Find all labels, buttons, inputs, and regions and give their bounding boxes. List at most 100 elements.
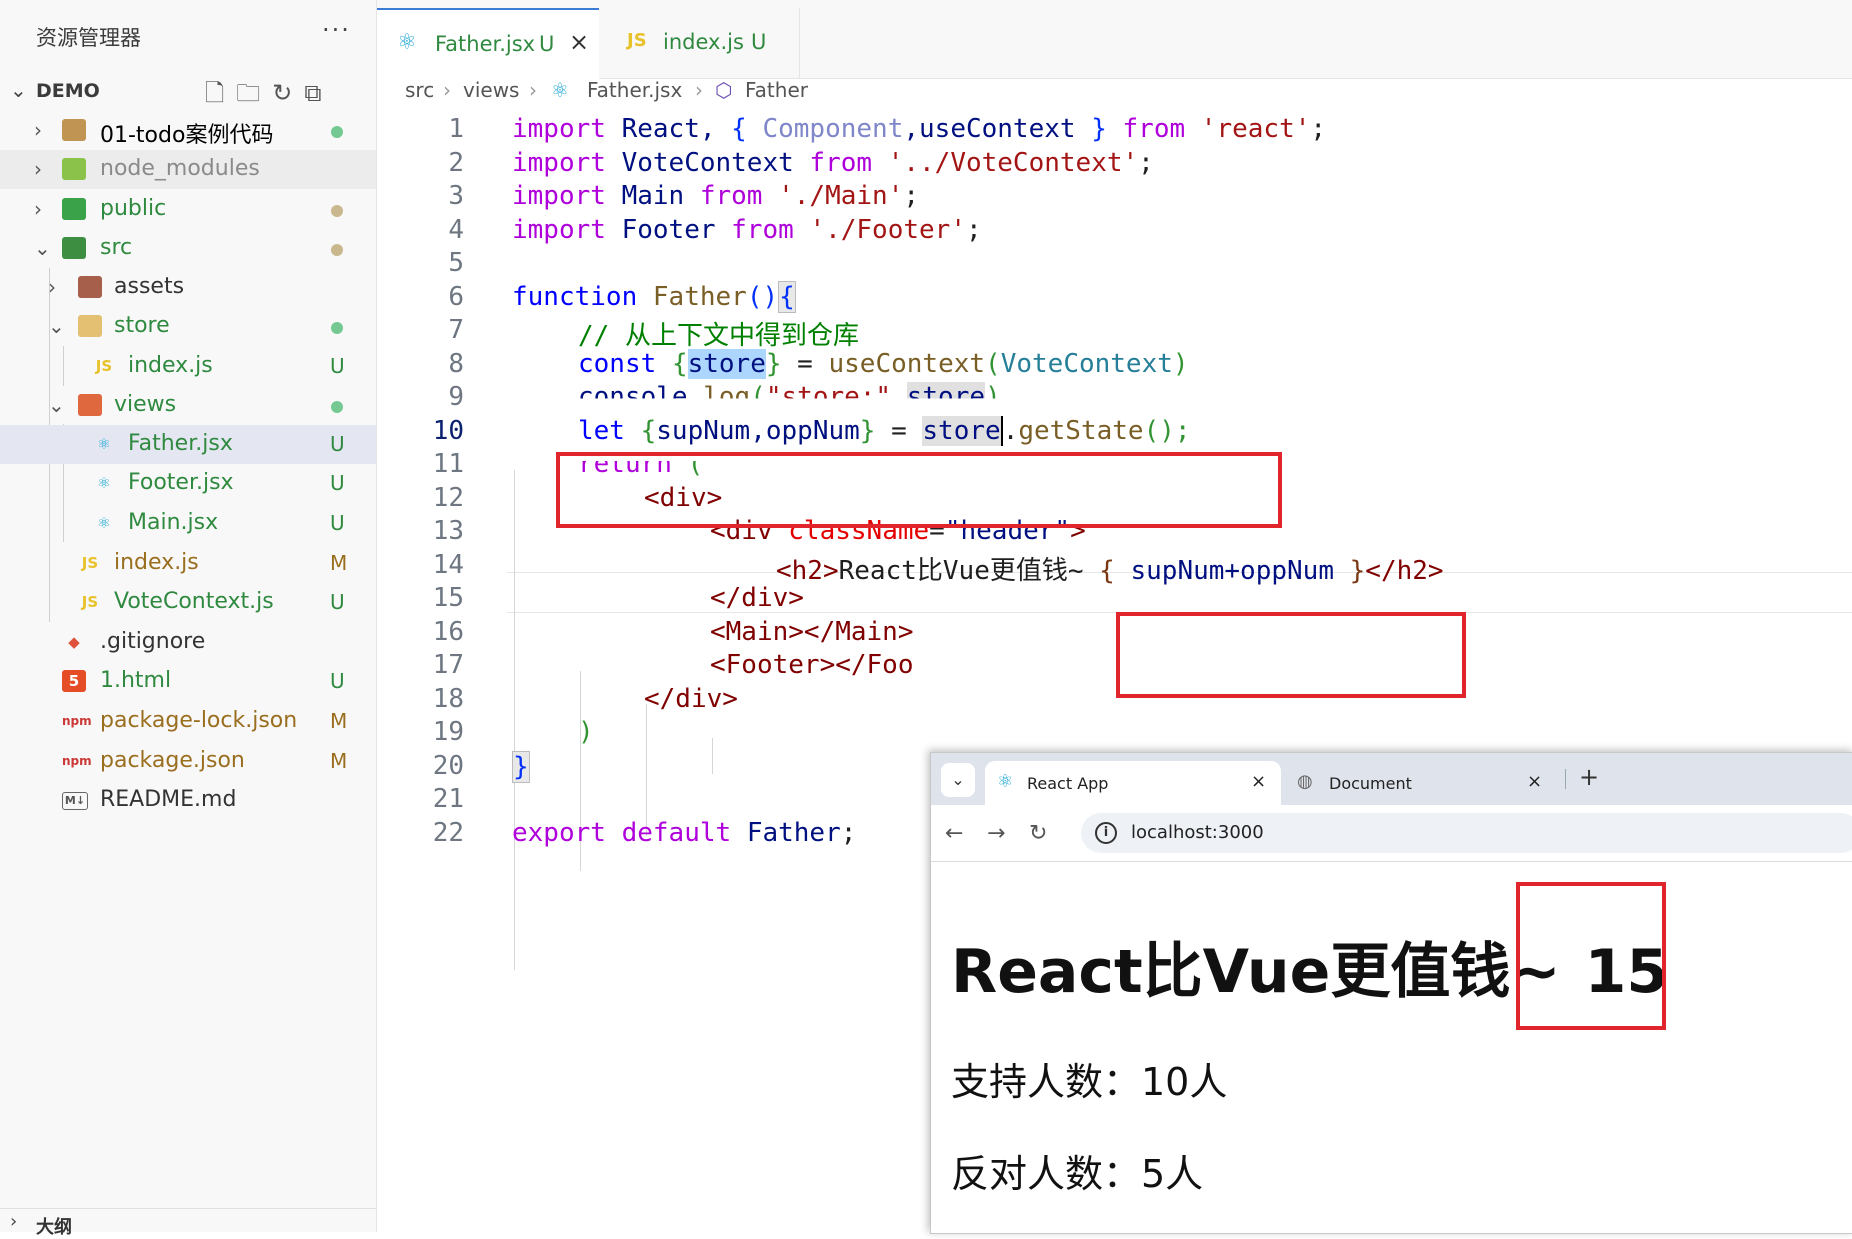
git-status-badge: M	[330, 551, 348, 575]
token: ;	[840, 818, 857, 848]
address-bar[interactable]: i localhost:3000	[1081, 813, 1852, 853]
site-info-icon[interactable]: i	[1095, 822, 1117, 844]
tree-item-readme[interactable]: M↓ README.md	[0, 781, 376, 820]
src-folder-icon	[62, 237, 86, 259]
browser-tab-document[interactable]: ◍ Document ×	[1287, 761, 1557, 805]
code-line: import VoteContext from '../VoteContext'…	[512, 148, 1154, 178]
tree-item-footer-jsx[interactable]: ⚛ Footer.jsx U	[0, 464, 376, 503]
git-status-badge: U	[330, 511, 345, 535]
token: log	[703, 382, 751, 412]
tab-index-js[interactable]: JS index.js U	[601, 8, 800, 78]
token: let	[578, 416, 625, 446]
token: '../VoteContext'	[887, 148, 1139, 178]
outline-section[interactable]: › 大纲	[0, 1208, 376, 1238]
react-icon: ⚛	[397, 30, 417, 55]
code-line: const {store} = useContext(VoteContext)	[578, 349, 1189, 379]
token: (	[985, 349, 1001, 379]
status-dot	[331, 401, 343, 413]
forward-icon[interactable]: →	[987, 821, 1005, 846]
tree-item-father-jsx[interactable]: ⚛ Father.jsx U	[0, 425, 376, 464]
tree-item-views[interactable]: ⌄ views	[0, 386, 376, 425]
chevron-right-icon: ›	[34, 197, 42, 221]
tree-item-package-json[interactable]: npm package.json M	[0, 742, 376, 781]
token: 'react'	[1200, 114, 1311, 144]
token: ,	[891, 382, 907, 412]
new-tab-button[interactable]: +	[1579, 763, 1599, 791]
tree-item-assets[interactable]: › assets	[0, 268, 376, 307]
token: ;	[965, 215, 982, 245]
react-icon: ⚛	[97, 514, 111, 532]
code-line: </div>	[644, 684, 738, 714]
tab-search-icon[interactable]: ⌄	[941, 763, 975, 797]
react-icon: ⚛	[997, 771, 1014, 792]
tree-item-src[interactable]: ⌄ src	[0, 229, 376, 268]
token: import	[512, 114, 606, 144]
token: .	[687, 382, 704, 412]
reload-icon[interactable]: ↻	[1029, 821, 1047, 846]
git-status-badge: U	[330, 432, 345, 456]
close-icon[interactable]: ×	[1251, 771, 1266, 792]
token: ();	[1143, 416, 1191, 446]
breadcrumb-item[interactable]: src	[405, 78, 434, 102]
tree-item-label: Main.jsx	[128, 510, 219, 535]
line-number: 16	[432, 617, 464, 647]
js-file-icon: JS	[627, 30, 647, 51]
tree-item-todo-folder[interactable]: › 01-todo案例代码	[0, 111, 376, 150]
tree-item-package-lock[interactable]: npm package-lock.json M	[0, 702, 376, 741]
indent-guide	[646, 704, 647, 836]
token: const	[578, 349, 657, 379]
tab-father-jsx[interactable]: ⚛ Father.jsx U ×	[377, 8, 599, 80]
chevron-right-icon: ›	[695, 78, 703, 102]
tree-item-main-jsx[interactable]: ⚛ Main.jsx U	[0, 504, 376, 543]
breadcrumb-item[interactable]: Father.jsx	[587, 78, 682, 102]
close-icon[interactable]: ×	[569, 28, 589, 56]
token: }	[1349, 556, 1366, 586]
tree-item-node-modules[interactable]: › node_modules	[0, 150, 376, 189]
status-dot	[331, 322, 343, 334]
editor-tabbar: ⚛ Father.jsx U × JS index.js U	[377, 0, 1852, 80]
new-file-icon[interactable]: 🗋	[205, 79, 236, 107]
token: Father	[746, 818, 841, 848]
new-folder-icon[interactable]: 🗀	[236, 79, 272, 107]
token: Father	[652, 282, 747, 312]
line-number: 14	[432, 550, 464, 580]
line-number: 18	[432, 684, 464, 714]
tab-separator	[1565, 769, 1566, 789]
chevron-down-icon: ⌄	[10, 78, 27, 102]
collapse-all-icon[interactable]: ⧉	[304, 79, 333, 107]
tree-item-store-index[interactable]: JS index.js U	[0, 347, 376, 386]
code-line: <Main></Main>	[710, 617, 914, 647]
token: }	[765, 349, 782, 379]
tree-item-label: index.js	[128, 353, 213, 378]
token: function	[512, 282, 638, 312]
refresh-icon[interactable]: ↻	[272, 79, 304, 107]
tree-item-store[interactable]: ⌄ store	[0, 307, 376, 346]
more-actions-icon[interactable]: ···	[322, 16, 351, 44]
tree-item-1html[interactable]: 5 1.html U	[0, 662, 376, 701]
tree-item-public[interactable]: › public	[0, 190, 376, 229]
tree-item-src-index[interactable]: JS index.js M	[0, 544, 376, 583]
tree-item-label: views	[114, 392, 177, 417]
project-header[interactable]: ⌄ DEMO 🗋🗀↻⧉	[0, 74, 376, 108]
token: </h2>	[1365, 556, 1444, 586]
line-number: 9	[448, 382, 464, 412]
line-number: 8	[448, 349, 464, 379]
tree-item-label: assets	[114, 274, 185, 299]
node-folder-icon	[62, 158, 86, 180]
tree-item-votecontext[interactable]: JS VoteContext.js U	[0, 583, 376, 622]
code-line: </div>	[710, 583, 804, 613]
close-icon[interactable]: ×	[1527, 771, 1542, 792]
tree-item-gitignore[interactable]: ◆ .gitignore	[0, 623, 376, 662]
browser-tab-react-app[interactable]: ⚛ React App ×	[985, 761, 1281, 805]
react-icon: ⚛	[97, 435, 111, 453]
token: =	[781, 349, 829, 379]
js-file-icon: JS	[81, 593, 99, 611]
breadcrumb-item[interactable]: Father	[745, 78, 808, 102]
breadcrumb-item[interactable]: views	[463, 78, 519, 102]
back-icon[interactable]: ←	[945, 821, 963, 846]
